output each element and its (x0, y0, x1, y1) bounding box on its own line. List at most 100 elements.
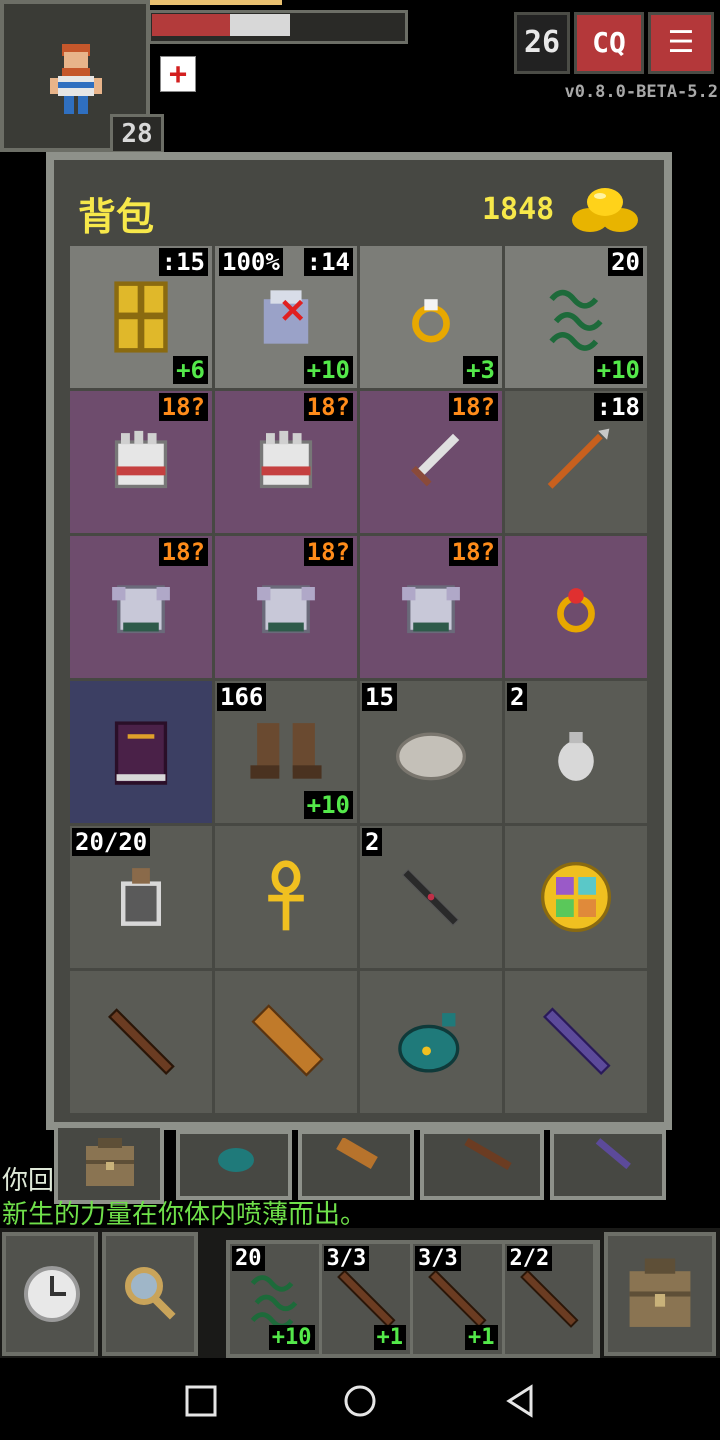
inventory-slot[interactable] (360, 971, 502, 1113)
wand-icon (519, 1269, 579, 1328)
armor-icon (402, 585, 460, 634)
journal-icon: CQ (592, 26, 626, 59)
inventory-slot[interactable]: 18? (70, 536, 212, 678)
clock-icon (24, 1266, 80, 1322)
backpack-button[interactable] (604, 1232, 716, 1356)
cloak-icon (263, 290, 309, 344)
potion-bag-icon (218, 1148, 254, 1172)
quickslot[interactable]: 3/3 +1 (413, 1244, 505, 1354)
ruby-ring-icon (557, 588, 595, 633)
scroll-icon (251, 1004, 324, 1077)
inventory-slot[interactable]: 15 (360, 681, 502, 823)
dart-icon (401, 868, 460, 927)
scroll-icon (336, 1138, 378, 1170)
hero-level-badge: 28 (110, 114, 164, 154)
inventory-slot[interactable] (505, 536, 647, 678)
recent-apps-icon[interactable] (184, 1384, 218, 1418)
inventory-slot[interactable]: 166 +10 (215, 681, 357, 823)
journal-button[interactable]: CQ (574, 12, 644, 74)
inventory-slot[interactable] (505, 826, 647, 968)
quickslot[interactable]: 2/2 (505, 1244, 596, 1354)
inventory-slot[interactable]: 18? (215, 391, 357, 533)
quickslot[interactable]: 20 +10 (230, 1244, 322, 1354)
tab-scrolls[interactable] (298, 1130, 414, 1200)
backpack-title: 背包 (78, 195, 155, 239)
item-upgrade-level: +10 (593, 356, 643, 384)
tab-potions[interactable] (176, 1130, 292, 1200)
wand-icon (108, 1008, 175, 1075)
menu-icon: ☰ (667, 25, 695, 60)
backpack-icon (629, 1258, 691, 1327)
item-quantity: 2 (362, 828, 383, 856)
inventory-slot[interactable]: +3 (360, 246, 502, 388)
inventory-slot[interactable]: 2 (360, 826, 502, 968)
item-unknown-level: 18? (158, 538, 208, 566)
item-unknown-level: 18? (448, 538, 498, 566)
purple-wand-icon (543, 1007, 611, 1075)
item-upgrade-level: +3 (463, 356, 498, 384)
quickslot-upgrade: +1 (373, 1325, 406, 1350)
wand-icon (428, 1269, 487, 1328)
item-upgrade-level: +10 (303, 356, 353, 384)
chain-icon (250, 1275, 298, 1329)
inventory-slot[interactable] (70, 971, 212, 1113)
wand-icon (464, 1138, 512, 1170)
item-quantity: 166 (217, 683, 267, 711)
item-unknown-level: 18? (158, 393, 208, 421)
armor-icon (257, 585, 315, 634)
quickslot-bar: 20 +10 3/3 +1 3/3 +1 2/2 (226, 1240, 600, 1358)
tab-wands[interactable] (420, 1130, 544, 1200)
inventory-slot[interactable]: 18? (70, 391, 212, 533)
inventory-slot[interactable]: :18 (505, 391, 647, 533)
back-icon[interactable] (503, 1384, 537, 1418)
inventory-slot[interactable]: 18? (360, 536, 502, 678)
log-line-2: 新生的力量在你体内喷薄而出。 (2, 1200, 367, 1230)
item-upgrade-level: +6 (173, 356, 208, 384)
inventory-slot[interactable] (505, 971, 647, 1113)
gauntlet-icon (114, 430, 168, 489)
item-quantity: :18 (593, 393, 643, 421)
inventory-slot[interactable] (215, 971, 357, 1113)
spear-icon (547, 428, 610, 489)
inventory-slot[interactable] (70, 681, 212, 823)
tab-backpack[interactable] (54, 1124, 164, 1204)
menu-button[interactable]: ☰ (648, 12, 714, 74)
inventory-slot[interactable]: 18? (360, 391, 502, 533)
inventory-slot[interactable]: 18? (215, 536, 357, 678)
item-unknown-level: 18? (303, 538, 353, 566)
item-quantity: :14 (303, 248, 353, 276)
sword-icon (411, 433, 460, 487)
purple-wand-icon (595, 1138, 631, 1170)
wait-button[interactable] (2, 1232, 98, 1356)
compass-icon (541, 862, 611, 932)
tab-misc[interactable] (550, 1130, 666, 1200)
spellbook-icon (114, 721, 168, 785)
version-label: v0.8.0-BETA-5.2 (564, 82, 718, 102)
item-upgrade-level: +10 (303, 791, 353, 819)
health-cross-icon[interactable]: + (160, 56, 196, 92)
shield-bar-fill (230, 14, 290, 36)
quickslot-quantity: 3/3 (323, 1246, 370, 1271)
inventory-slot[interactable] (215, 826, 357, 968)
inventory-slot[interactable]: 20 +10 (505, 246, 647, 388)
quickslot-quantity: 2/2 (506, 1246, 553, 1271)
stone-icon (396, 732, 466, 781)
search-button[interactable] (102, 1232, 198, 1356)
potion-bag-icon (398, 1013, 460, 1073)
quickslot-upgrade: +1 (465, 1325, 498, 1350)
depth-indicator[interactable]: 26 (514, 12, 570, 74)
quickslot-quantity: 3/3 (415, 1246, 461, 1271)
inventory-slot[interactable]: :15 +6 (70, 246, 212, 388)
quickslot-upgrade: +10 (268, 1325, 315, 1350)
inventory-slot[interactable]: 20/20 (70, 826, 212, 968)
golden-shield-icon (114, 281, 168, 353)
home-icon[interactable] (343, 1384, 377, 1418)
quickslot[interactable]: 3/3 +1 (322, 1244, 413, 1354)
ring-icon (412, 299, 450, 343)
item-unknown-level: 18? (448, 393, 498, 421)
inventory-slot[interactable]: 100%:14 +10 (215, 246, 357, 388)
item-quantity: 2 (507, 683, 528, 711)
inventory-slot[interactable]: 2 (505, 681, 647, 823)
inventory-grid: :15 +6 100%:14 +10 +3 20 +10 18? 18? 18?:18 18? 18?… (70, 246, 648, 1113)
item-unknown-level: 18? (303, 393, 353, 421)
